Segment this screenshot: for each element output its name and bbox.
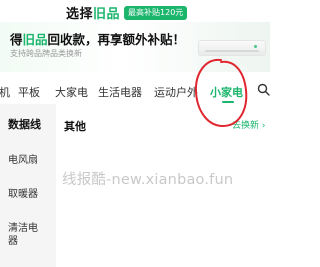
subcategory-other[interactable]: 其他 [64, 118, 86, 134]
banner-headline: 得旧品回收款，再享额外补贴！ [10, 29, 185, 48]
subsidy-badge: 最高补贴120元 [124, 5, 188, 20]
ac-vent [205, 50, 259, 52]
tab-sports-outdoor[interactable]: 运动户外 [154, 84, 198, 100]
air-conditioner-image [198, 40, 266, 56]
tab-large-appliances[interactable]: 大家电 [55, 84, 88, 100]
tab-household-appliances[interactable]: 生活电器 [98, 84, 142, 100]
sidebar-item-cables[interactable]: 数据线 [8, 118, 41, 131]
category-sidebar: 数据线 电风扇 取暖器 清洁电 器 [0, 104, 56, 267]
title-highlight: 旧品 [93, 7, 121, 22]
tab-phone[interactable]: 机 [0, 84, 10, 100]
search-icon[interactable] [257, 83, 270, 96]
trade-in-link[interactable]: 去换新 › [232, 118, 265, 131]
page-title: 选择旧品 [66, 3, 120, 22]
sidebar-item-heaters[interactable]: 取暖器 [8, 188, 38, 201]
headline-highlight: 旧品 [22, 32, 48, 47]
title-row: 选择旧品 最高补贴120元 [66, 3, 188, 22]
banner-subtitle: 支持跨品牌品类换新 [10, 49, 82, 58]
active-tab-indicator [222, 101, 234, 103]
sidebar-item-fans[interactable]: 电风扇 [8, 154, 38, 167]
ac-indicator-light [254, 45, 257, 48]
headline-suffix: 回收款，再享额外补贴！ [47, 32, 186, 47]
headline-prefix: 得 [10, 32, 23, 47]
tab-small-appliances[interactable]: 小家电 [210, 84, 243, 100]
tab-tablet[interactable]: 平板 [18, 84, 40, 100]
category-tabs: 机 平板 大家电 生活电器 运动户外 小家电 [0, 78, 270, 104]
promo-banner: 得旧品回收款，再享额外补贴！ 支持跨品牌品类换新 [0, 22, 270, 72]
sidebar-item-cleaning[interactable]: 清洁电 器 [8, 222, 38, 248]
watermark: 线报酷-new.xianbao.fun [62, 172, 234, 188]
top-bar: 选择旧品 最高补贴120元 [0, 0, 270, 22]
title-prefix: 选择 [66, 7, 94, 22]
